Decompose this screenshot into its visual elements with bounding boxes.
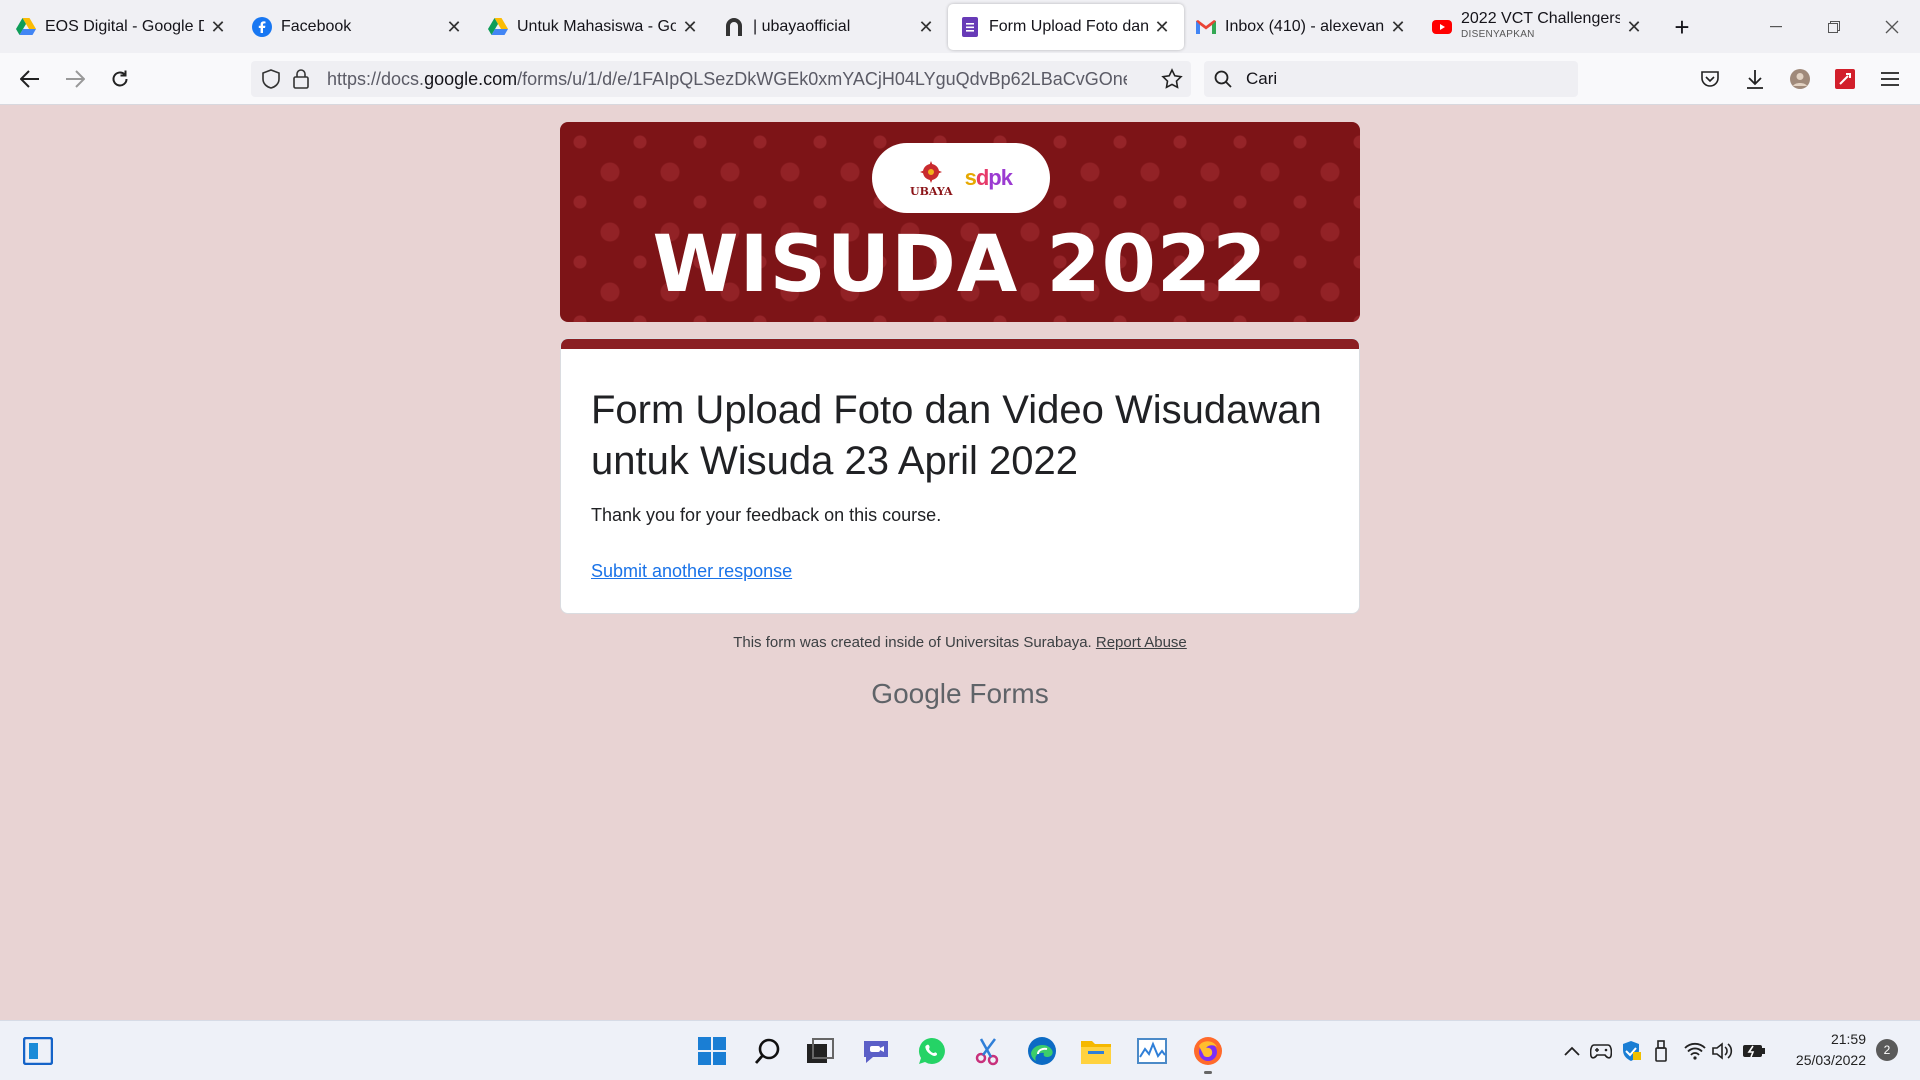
- confirmation-card: Form Upload Foto dan Video Wisudawan unt…: [560, 338, 1360, 614]
- card-accent-bar: [561, 339, 1359, 349]
- close-tab-icon[interactable]: ✕: [916, 17, 936, 37]
- logo-pill: UBAYA sdpk: [872, 143, 1050, 213]
- tab-strip: EOS Digital - Google Dri ✕ Facebook ✕ Un…: [0, 0, 1920, 53]
- submit-another-response-link[interactable]: Submit another response: [591, 561, 792, 582]
- url-domain: google.com: [424, 68, 518, 89]
- start-menu-icon[interactable]: [692, 1031, 732, 1071]
- search-icon[interactable]: [748, 1031, 788, 1071]
- close-tab-icon[interactable]: ✕: [680, 17, 700, 37]
- ubaya-logo: UBAYA: [910, 159, 953, 198]
- tab-title: Untuk Mahasiswa - Goog: [517, 18, 676, 35]
- volume-icon[interactable]: [1710, 1039, 1736, 1063]
- clock-time: 21:59: [1830, 1031, 1866, 1047]
- page-content: UBAYA sdpk WISUDA 2022 Form Upload Foto …: [0, 106, 1920, 1020]
- reload-button[interactable]: [102, 61, 138, 97]
- battery-charging-icon[interactable]: [1740, 1039, 1768, 1063]
- address-bar[interactable]: https://docs.google.com/forms/u/1/d/e/1F…: [251, 61, 1191, 97]
- new-tab-button[interactable]: +: [1662, 4, 1702, 50]
- whatsapp-icon[interactable]: [912, 1031, 952, 1071]
- google-forms-logo[interactable]: Google Forms: [560, 678, 1360, 710]
- restore-button[interactable]: [1806, 0, 1862, 53]
- search-placeholder: Cari: [1246, 69, 1278, 88]
- search-bar[interactable]: Cari: [1204, 61, 1578, 97]
- confirmation-message: Thank you for your feedback on this cour…: [591, 505, 942, 525]
- tab-title: | ubayaofficial: [753, 18, 851, 35]
- teams-chat-icon[interactable]: [856, 1031, 896, 1071]
- close-tab-icon[interactable]: ✕: [1388, 17, 1408, 37]
- gmail-icon: [1196, 17, 1216, 37]
- pocket-icon[interactable]: [1692, 61, 1728, 97]
- form-title: Form Upload Foto dan Video Wisudawan unt…: [591, 388, 1322, 483]
- firefox-icon[interactable]: [1188, 1031, 1228, 1074]
- tab-muted-label: DISENYAPKAN: [1461, 29, 1535, 40]
- youtube-icon: [1432, 17, 1452, 37]
- snipping-tool-icon[interactable]: [968, 1031, 1008, 1071]
- show-hidden-icons-chevron-icon[interactable]: [1560, 1039, 1584, 1063]
- task-view-icon[interactable]: [800, 1031, 840, 1071]
- form-footer-note: This form was created inside of Universi…: [560, 634, 1360, 651]
- tab-gmail-inbox[interactable]: Inbox (410) - alexevan29 ✕: [1184, 4, 1420, 50]
- system-clock[interactable]: 21:59 25/03/2022: [1780, 1029, 1866, 1071]
- close-tab-icon[interactable]: ✕: [1624, 17, 1644, 37]
- usb-device-icon[interactable]: [1648, 1039, 1674, 1063]
- dpk-logo: sdpk: [964, 165, 1013, 190]
- google-drive-icon: [488, 17, 508, 37]
- report-abuse-link[interactable]: Report Abuse: [1096, 634, 1187, 651]
- url-prefix: https://docs.: [327, 68, 425, 89]
- back-button[interactable]: [12, 61, 48, 97]
- url-text[interactable]: https://docs.google.com/forms/u/1/d/e/1F…: [327, 69, 1127, 90]
- tab-title: Inbox (410) - alexevan29: [1225, 18, 1384, 35]
- edge-browser-icon[interactable]: [1022, 1031, 1062, 1071]
- tab-ubayaofficial[interactable]: | ubayaofficial ✕: [712, 4, 948, 50]
- tab-title: Facebook: [281, 18, 352, 35]
- close-tab-icon[interactable]: ✕: [1152, 17, 1172, 37]
- google-forms-icon: [960, 17, 980, 37]
- file-explorer-icon[interactable]: [1076, 1031, 1116, 1071]
- account-avatar[interactable]: [1782, 61, 1818, 97]
- navigation-toolbar: https://docs.google.com/forms/u/1/d/e/1F…: [0, 53, 1920, 105]
- tab-youtube-vct[interactable]: 2022 VCT Challengers - A DISENYAPKAN ✕: [1420, 4, 1656, 50]
- performance-monitor-icon[interactable]: [1132, 1031, 1172, 1071]
- taskbar: 21:59 25/03/2022 2: [0, 1020, 1920, 1080]
- arch-logo-icon: [724, 17, 744, 37]
- ubaya-logo-text: UBAYA: [910, 184, 953, 198]
- tab-title: 2022 VCT Challengers - A DISENYAPKAN: [1461, 11, 1620, 43]
- tab-form-upload[interactable]: Form Upload Foto dan V ✕: [948, 4, 1184, 50]
- bookmark-star-icon[interactable]: [1161, 68, 1183, 95]
- tab-untuk-mahasiswa[interactable]: Untuk Mahasiswa - Goog ✕: [476, 4, 712, 50]
- wifi-icon[interactable]: [1682, 1039, 1708, 1063]
- brand-google: Google: [871, 678, 962, 709]
- google-drive-icon: [16, 17, 36, 37]
- ubaya-crest-icon: [920, 160, 943, 183]
- tab-title: EOS Digital - Google Dri: [45, 18, 204, 35]
- url-path: /forms/u/1/d/e/1FAIpQLSezDkWGEk0xmYACjH0…: [517, 68, 1127, 89]
- clock-date: 25/03/2022: [1795, 1052, 1866, 1068]
- extension-icon[interactable]: [1827, 61, 1863, 97]
- notification-badge[interactable]: 2: [1876, 1039, 1898, 1061]
- app-menu-icon[interactable]: [1872, 61, 1908, 97]
- forward-button[interactable]: [57, 61, 93, 97]
- download-icon[interactable]: [1737, 61, 1773, 97]
- widgets-icon[interactable]: [18, 1031, 58, 1071]
- active-app-indicator: [1204, 1071, 1212, 1074]
- footer-text: This form was created inside of Universi…: [733, 634, 1092, 651]
- search-icon: [1214, 70, 1232, 88]
- facebook-icon: [252, 17, 272, 37]
- tab-title: Form Upload Foto dan V: [989, 18, 1148, 35]
- tracking-shield-icon[interactable]: [261, 69, 281, 94]
- brand-forms: Forms: [969, 678, 1049, 709]
- tab-facebook[interactable]: Facebook ✕: [240, 4, 476, 50]
- tab-title-main: 2022 VCT Challengers - A: [1461, 11, 1620, 27]
- close-tab-icon[interactable]: ✕: [444, 17, 464, 37]
- close-tab-icon[interactable]: ✕: [208, 17, 228, 37]
- security-shield-icon[interactable]: [1618, 1039, 1644, 1063]
- tab-eos-digital[interactable]: EOS Digital - Google Dri ✕: [4, 4, 240, 50]
- form-header-banner: UBAYA sdpk WISUDA 2022: [560, 122, 1360, 322]
- lock-icon[interactable]: [293, 69, 309, 94]
- minimize-button[interactable]: [1748, 0, 1804, 53]
- close-window-button[interactable]: [1864, 0, 1920, 53]
- game-controller-icon[interactable]: [1588, 1039, 1614, 1063]
- banner-title: WISUDA 2022: [652, 220, 1268, 310]
